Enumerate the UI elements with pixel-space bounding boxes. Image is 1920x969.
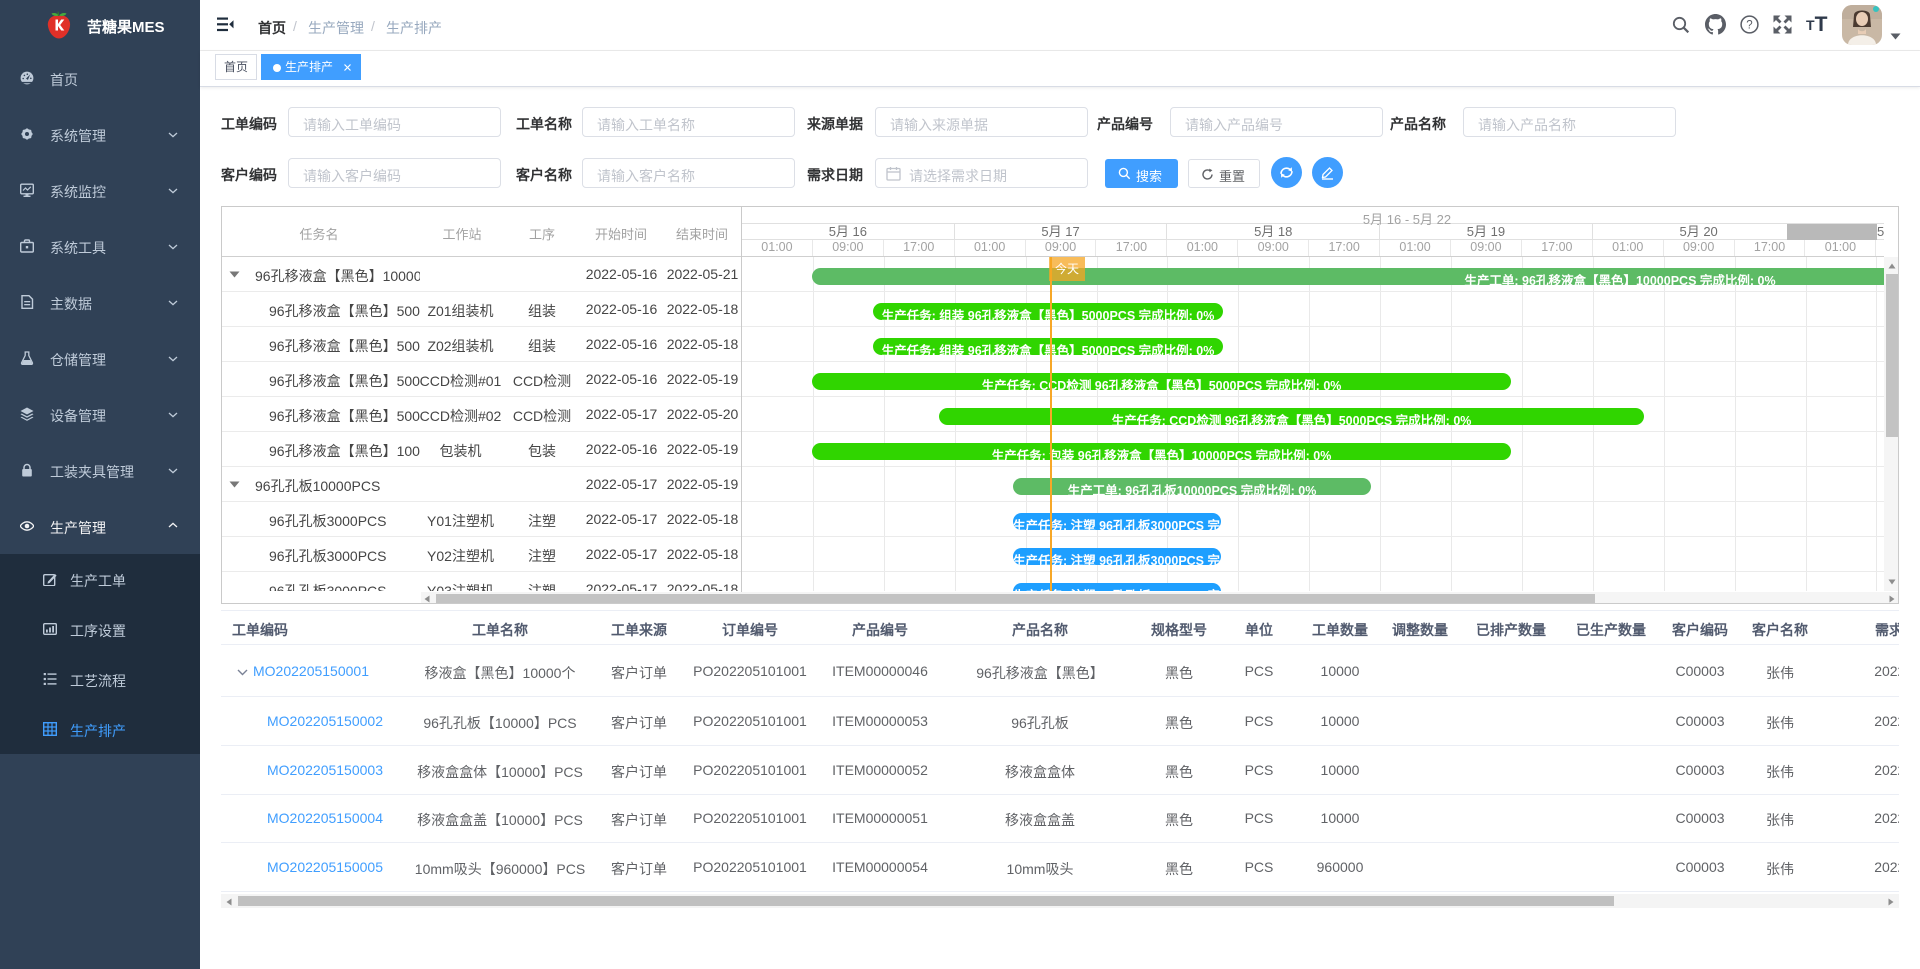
svg-text:?: ? (1746, 20, 1752, 32)
